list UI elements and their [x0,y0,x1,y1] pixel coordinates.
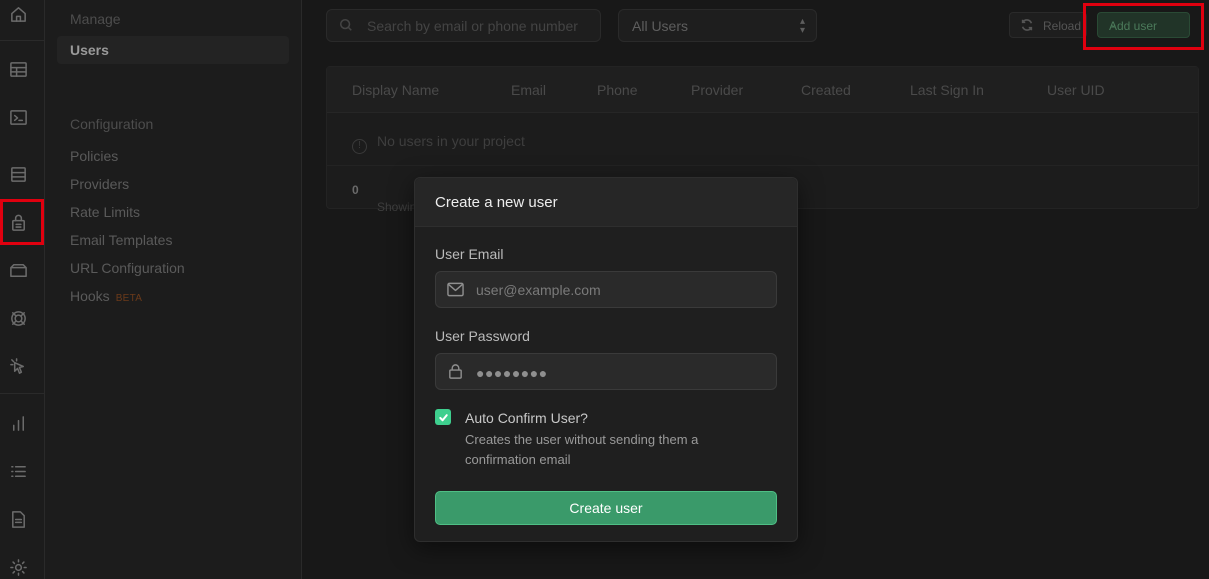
search-icon [339,18,355,34]
auto-confirm-label: Auto Confirm User? [465,410,588,426]
sql-editor-icon[interactable] [8,107,28,127]
filter-value: All Users [632,18,689,34]
column-header: Email [511,82,547,98]
beta-badge: BETA [115,293,143,304]
menu-item-rate-limits[interactable]: Rate Limits [70,204,140,220]
auto-confirm-checkbox[interactable] [435,409,451,425]
icon-rail [0,0,45,579]
column-header: Created [801,82,851,98]
docs-icon[interactable] [8,509,28,529]
database-icon[interactable] [8,164,28,184]
email-input[interactable] [476,281,766,299]
lock-icon [447,364,465,380]
menu-item-providers[interactable]: Providers [70,176,129,192]
menu-item-email-templates[interactable]: Email Templates [70,232,172,248]
add-user-highlight-box [1083,3,1204,50]
empty-message: No users in your project [377,133,525,149]
column-header: Display Name [352,82,440,98]
reports-icon[interactable] [8,413,28,433]
auth-side-menu: Manage Users Configuration Policies Prov… [45,0,302,579]
rail-divider [0,40,44,41]
user-search[interactable] [326,9,601,42]
reload-label: Reload [1043,19,1082,33]
storage-icon[interactable] [8,260,28,280]
reload-button[interactable]: Reload [1009,12,1087,38]
realtime-icon[interactable] [8,308,28,328]
edge-functions-icon[interactable] [8,356,28,376]
email-field[interactable] [435,271,777,308]
password-label: User Password [435,328,530,344]
column-header: Last Sign In [910,82,984,98]
menu-item-users-label: Users [70,42,109,58]
info-icon: ! [352,139,367,154]
table-header: Display Name Email Phone Provider Create… [327,67,1198,113]
home-icon[interactable] [8,4,28,24]
auto-confirm-description: Creates the user without sending them a … [465,432,699,467]
refresh-icon [1021,19,1033,31]
empty-state: ! No users in your project [352,133,525,154]
create-user-button[interactable]: Create user [435,491,777,525]
column-header: User UID [1047,82,1105,98]
menu-item-hooks-label: Hooks [70,288,110,304]
user-filter-select[interactable]: All Users ▴ ▾ [618,9,817,42]
search-input[interactable] [367,16,592,36]
menu-item-url-configuration[interactable]: URL Configuration [70,260,185,276]
modal-title: Create a new user [435,194,558,211]
create-user-label: Create user [569,500,643,516]
email-label: User Email [435,246,504,262]
menu-heading-manage: Manage [70,11,121,27]
password-field[interactable]: ●●●●●●●● [435,353,777,390]
menu-item-policies[interactable]: Policies [70,148,118,164]
create-user-modal: Create a new user User Email User Passwo… [414,177,798,542]
showing-count: Showing 0 [352,183,424,214]
settings-icon[interactable] [8,557,28,577]
password-input[interactable]: ●●●●●●●● [476,365,548,381]
menu-item-users[interactable]: Users [57,36,289,64]
table-editor-icon[interactable] [8,59,28,79]
column-header: Phone [597,82,638,98]
logs-icon[interactable] [8,461,28,481]
modal-header: Create a new user [415,178,797,227]
mail-icon [447,282,465,298]
menu-heading-configuration: Configuration [70,116,154,132]
check-icon [438,413,448,421]
menu-item-hooks[interactable]: Hooks BETA [70,288,142,304]
auth-highlight-box [0,199,44,245]
rail-divider [0,393,44,394]
column-header: Provider [691,82,744,98]
updown-chevron-icon: ▴ ▾ [799,16,805,36]
